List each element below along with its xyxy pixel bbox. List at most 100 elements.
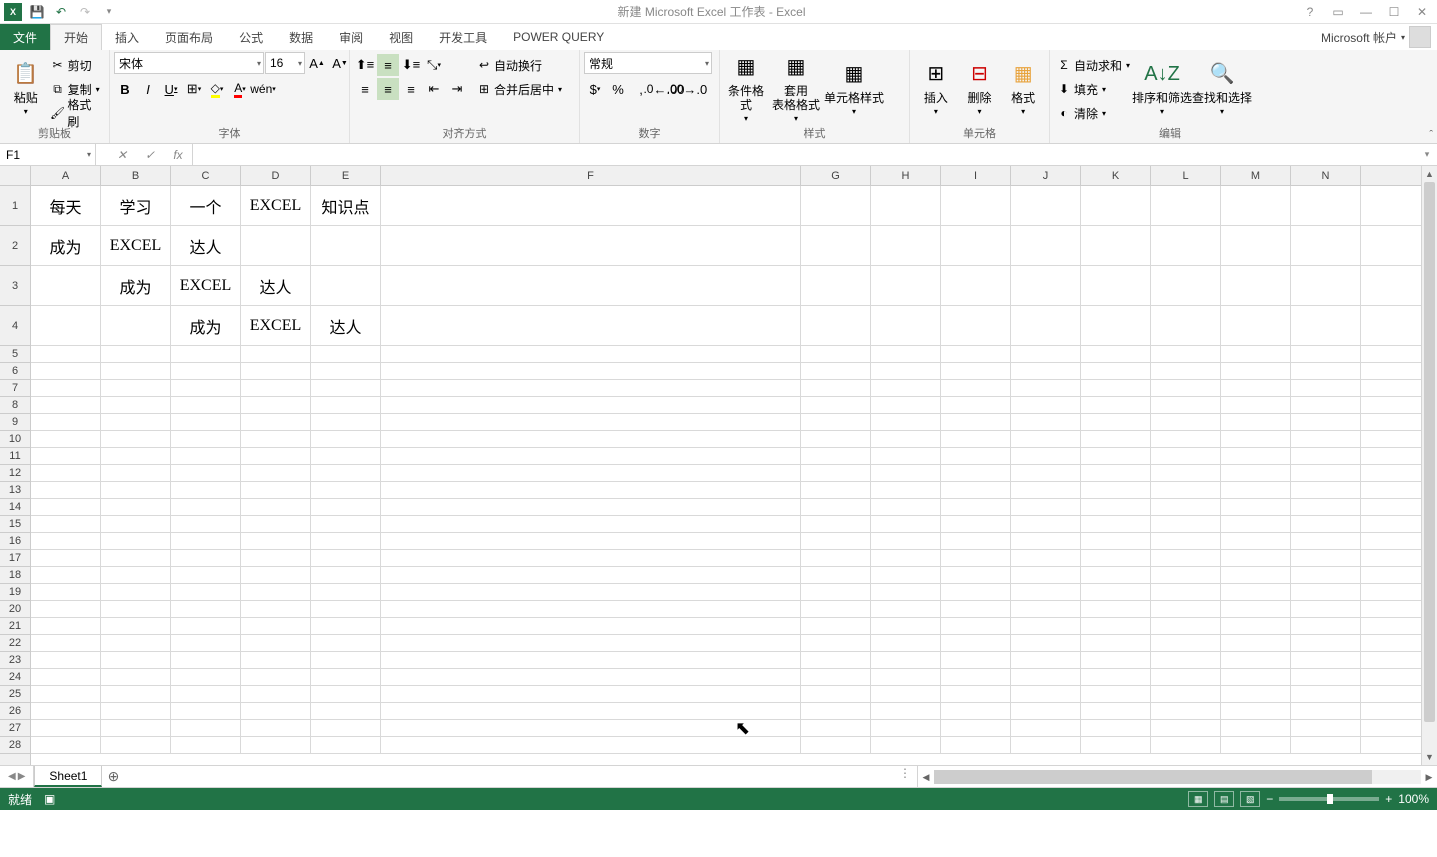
cell[interactable] <box>381 346 801 363</box>
cell[interactable] <box>311 516 381 533</box>
zoom-level[interactable]: 100% <box>1398 792 1429 806</box>
cell[interactable] <box>101 380 171 397</box>
underline-button[interactable]: U▾ <box>160 78 182 100</box>
cell[interactable] <box>801 703 871 720</box>
cell[interactable] <box>31 533 101 550</box>
cell[interactable] <box>941 567 1011 584</box>
avatar-icon[interactable] <box>1409 26 1431 48</box>
row-header[interactable]: 18 <box>0 567 30 584</box>
cell[interactable] <box>1081 567 1151 584</box>
cell[interactable] <box>171 737 241 754</box>
cell[interactable] <box>1011 618 1081 635</box>
cell[interactable] <box>1291 226 1361 266</box>
cell[interactable] <box>871 635 941 652</box>
collapse-ribbon-icon[interactable]: ˆ <box>1429 129 1433 141</box>
cell[interactable] <box>311 720 381 737</box>
save-icon[interactable]: 💾 <box>28 3 46 21</box>
cell[interactable] <box>31 306 101 346</box>
cell[interactable] <box>801 465 871 482</box>
cell[interactable] <box>1081 448 1151 465</box>
cell[interactable] <box>311 601 381 618</box>
cell[interactable] <box>241 550 311 567</box>
cell[interactable] <box>311 737 381 754</box>
cell[interactable] <box>1081 306 1151 346</box>
cell[interactable] <box>1081 686 1151 703</box>
cell[interactable] <box>101 516 171 533</box>
scroll-right-icon[interactable]: ▶ <box>1421 769 1437 785</box>
cell[interactable] <box>941 635 1011 652</box>
cell[interactable] <box>31 414 101 431</box>
cell[interactable] <box>1011 363 1081 380</box>
cell[interactable] <box>241 465 311 482</box>
cell[interactable] <box>381 669 801 686</box>
cell[interactable] <box>871 226 941 266</box>
cell[interactable] <box>1081 363 1151 380</box>
cell[interactable] <box>311 669 381 686</box>
cell[interactable] <box>1081 414 1151 431</box>
cell[interactable] <box>871 516 941 533</box>
scroll-down-icon[interactable]: ▼ <box>1422 749 1437 765</box>
cell[interactable] <box>871 482 941 499</box>
cell[interactable] <box>801 567 871 584</box>
cell[interactable] <box>941 601 1011 618</box>
add-sheet-button[interactable]: ⊕ <box>102 766 124 787</box>
cell[interactable] <box>171 465 241 482</box>
row-header[interactable]: 4 <box>0 306 30 346</box>
tab-file[interactable]: 文件 <box>0 24 50 50</box>
cell[interactable] <box>1151 499 1221 516</box>
view-normal-icon[interactable]: ▦ <box>1188 791 1208 807</box>
cell[interactable] <box>241 363 311 380</box>
cell[interactable] <box>801 226 871 266</box>
cell[interactable] <box>941 346 1011 363</box>
cell[interactable] <box>801 516 871 533</box>
cut-button[interactable]: ✂剪切 <box>48 54 105 76</box>
cell[interactable] <box>1221 584 1291 601</box>
cell[interactable] <box>381 380 801 397</box>
cell[interactable] <box>1221 226 1291 266</box>
qat-dropdown-icon[interactable]: ▾ <box>100 3 118 21</box>
cell[interactable] <box>241 567 311 584</box>
row-header[interactable]: 5 <box>0 346 30 363</box>
cell[interactable] <box>1151 448 1221 465</box>
cell[interactable]: 成为 <box>101 266 171 306</box>
cell[interactable] <box>1291 567 1361 584</box>
cell[interactable] <box>241 601 311 618</box>
view-pagelayout-icon[interactable]: ▤ <box>1214 791 1234 807</box>
cell[interactable] <box>101 482 171 499</box>
cell[interactable] <box>381 720 801 737</box>
cell[interactable] <box>381 533 801 550</box>
cell[interactable] <box>171 482 241 499</box>
cell[interactable] <box>1291 635 1361 652</box>
cell[interactable] <box>381 584 801 601</box>
cell[interactable] <box>31 499 101 516</box>
cell[interactable] <box>1011 720 1081 737</box>
cell[interactable]: 成为 <box>171 306 241 346</box>
horizontal-scrollbar[interactable]: ◀ ▶ <box>917 766 1437 787</box>
cell[interactable] <box>381 448 801 465</box>
cell[interactable] <box>241 737 311 754</box>
tab-powerquery[interactable]: POWER QUERY <box>500 24 617 50</box>
cell[interactable] <box>381 686 801 703</box>
column-header-D[interactable]: D <box>241 166 311 185</box>
cell[interactable] <box>941 380 1011 397</box>
cell[interactable] <box>1151 363 1221 380</box>
cell[interactable] <box>101 601 171 618</box>
zoom-slider[interactable] <box>1279 797 1379 801</box>
cell[interactable] <box>1221 499 1291 516</box>
row-header[interactable]: 10 <box>0 431 30 448</box>
cell[interactable] <box>1221 186 1291 226</box>
cancel-formula-icon[interactable]: ✕ <box>108 144 136 165</box>
row-header[interactable]: 13 <box>0 482 30 499</box>
cell[interactable] <box>941 516 1011 533</box>
cell[interactable] <box>1291 686 1361 703</box>
cell[interactable] <box>1081 533 1151 550</box>
cell[interactable] <box>801 550 871 567</box>
cell[interactable] <box>31 584 101 601</box>
cell[interactable] <box>381 652 801 669</box>
cell[interactable] <box>1081 652 1151 669</box>
zoom-thumb[interactable] <box>1327 794 1333 804</box>
cell[interactable] <box>381 363 801 380</box>
cell[interactable] <box>241 414 311 431</box>
cell[interactable] <box>1011 601 1081 618</box>
cell[interactable] <box>801 346 871 363</box>
